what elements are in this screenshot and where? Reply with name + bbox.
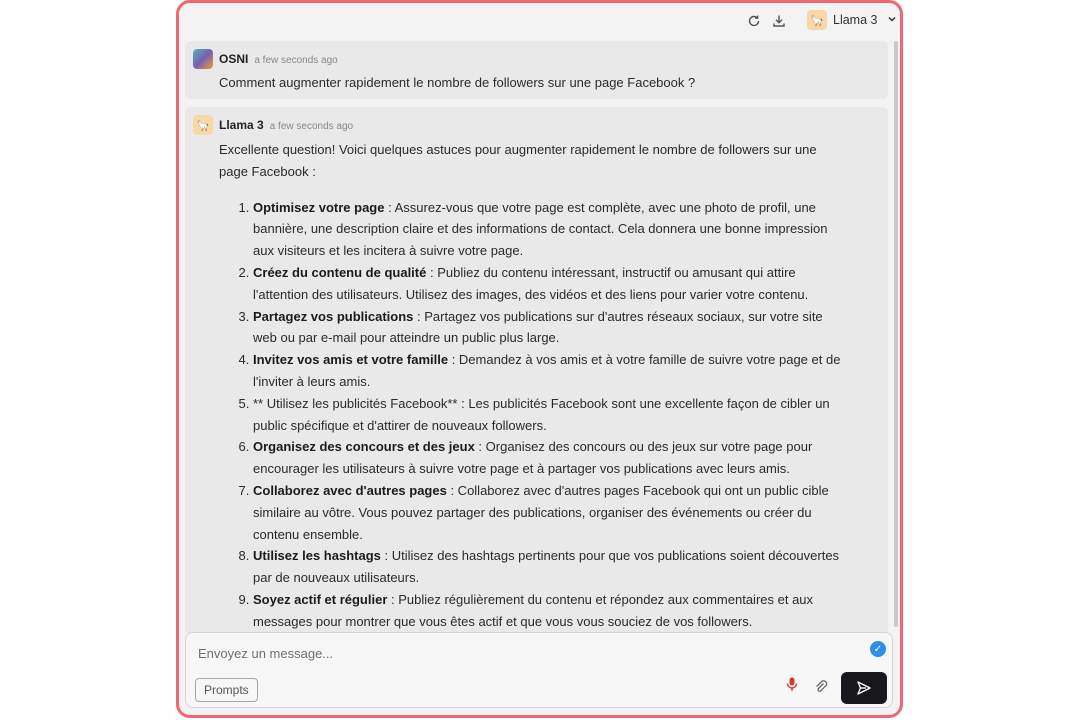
scrollbar[interactable] [894, 41, 898, 627]
send-icon [857, 681, 871, 695]
refresh-icon[interactable] [745, 12, 763, 30]
user-avatar [193, 49, 213, 69]
message-list[interactable]: OSNI a few seconds ago Comment augmenter … [185, 41, 888, 633]
check-icon[interactable]: ✓ [870, 641, 886, 657]
list-item: Collaborez avec d'autres pages : Collabo… [253, 480, 848, 545]
llama-avatar-icon: 🦙 [193, 115, 213, 135]
list-item: Partagez vos publications : Partagez vos… [253, 306, 848, 350]
download-icon[interactable] [770, 12, 788, 30]
message-time: a few seconds ago [269, 121, 354, 132]
list-item: ** Utilisez les publicités Facebook** : … [253, 393, 848, 437]
microphone-icon[interactable] [786, 677, 798, 695]
message-author: OSNI a few seconds ago [219, 52, 338, 66]
user-message: OSNI a few seconds ago Comment augmenter … [185, 41, 888, 99]
list-item: Créez du contenu de qualité : Publiez du… [253, 262, 848, 306]
list-item: Organisez des concours et des jeux : Org… [253, 436, 848, 480]
top-bar: 🦙 Llama 3 [179, 3, 900, 39]
prompts-button[interactable]: Prompts [195, 678, 258, 702]
message-author: Llama 3a few seconds ago [219, 118, 354, 132]
list-item: Optimisez votre page : Assurez-vous que … [253, 197, 848, 262]
message-body: Excellente question! Voici quelques astu… [185, 107, 888, 633]
send-button[interactable] [841, 672, 887, 704]
message-composer: ✓ Prompts [185, 632, 893, 708]
model-name: Llama 3 [833, 13, 878, 27]
list-item: Utilisez les hashtags : Utilisez des has… [253, 545, 848, 589]
model-selector[interactable]: 🦙 Llama 3 [807, 10, 897, 30]
message-input[interactable] [196, 641, 820, 665]
llama-avatar-icon: 🦙 [807, 10, 827, 30]
message-text: Comment augmenter rapidement le nombre d… [219, 75, 696, 90]
list-item: Invitez vos amis et votre famille : Dema… [253, 349, 848, 393]
chevron-down-icon[interactable] [887, 14, 897, 27]
chat-window: 🦙 Llama 3 OSNI a few seconds ago Comment … [176, 0, 903, 718]
paperclip-icon[interactable] [814, 679, 828, 696]
tips-list: Optimisez votre page : Assurez-vous que … [219, 197, 848, 633]
list-item: Soyez actif et régulier : Publiez réguli… [253, 589, 848, 633]
assistant-message: 🦙 Llama 3a few seconds ago Excellente qu… [185, 107, 888, 633]
message-time: a few seconds ago [254, 55, 338, 66]
message-intro: Excellente question! Voici quelques astu… [219, 142, 817, 179]
